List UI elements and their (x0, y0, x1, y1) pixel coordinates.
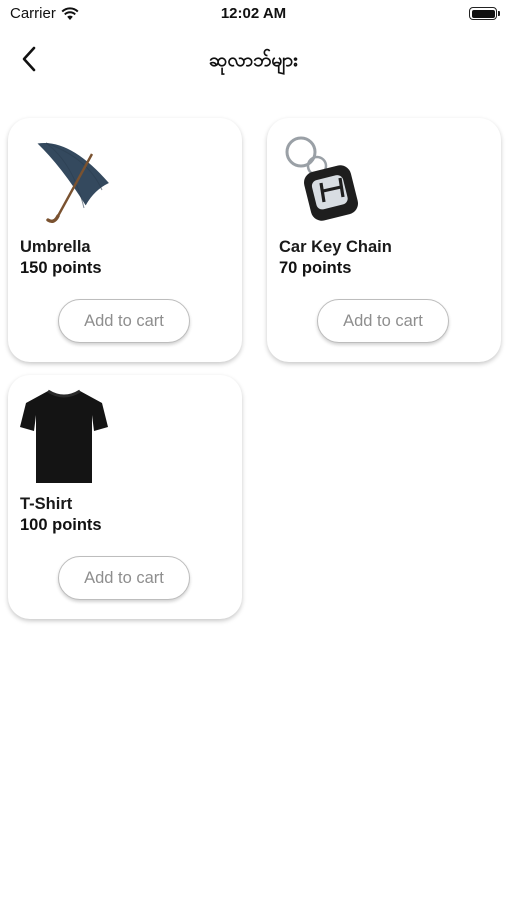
page-title: ဆုလာဘ်များ (209, 49, 298, 71)
add-to-cart-button[interactable]: Add to cart (58, 299, 190, 343)
umbrella-image (37, 142, 109, 224)
battery-icon (469, 7, 500, 20)
t-shirt-image (20, 389, 108, 483)
navigation-bar: ဆုလာဘ်များ (0, 36, 507, 82)
product-card: T-Shirt 100 points Add to cart (8, 375, 242, 619)
screen: Carrier 12:02 AM ဆုလာဘ်များ Umbrella 150… (0, 0, 507, 900)
product-name: Umbrella (20, 238, 91, 256)
key-chain-image (285, 136, 359, 221)
product-card: Umbrella 150 points Add to cart (8, 118, 242, 362)
product-points: 150 points (20, 259, 102, 277)
status-bar: Carrier 12:02 AM (0, 0, 507, 28)
product-points: 70 points (279, 259, 352, 277)
product-name: T-Shirt (20, 495, 73, 513)
add-to-cart-button[interactable]: Add to cart (58, 556, 190, 600)
status-time: 12:02 AM (220, 5, 287, 22)
product-card: Car Key Chain 70 points Add to cart (267, 118, 501, 362)
product-points: 100 points (20, 516, 102, 534)
product-name: Car Key Chain (279, 238, 392, 256)
add-to-cart-button[interactable]: Add to cart (317, 299, 449, 343)
